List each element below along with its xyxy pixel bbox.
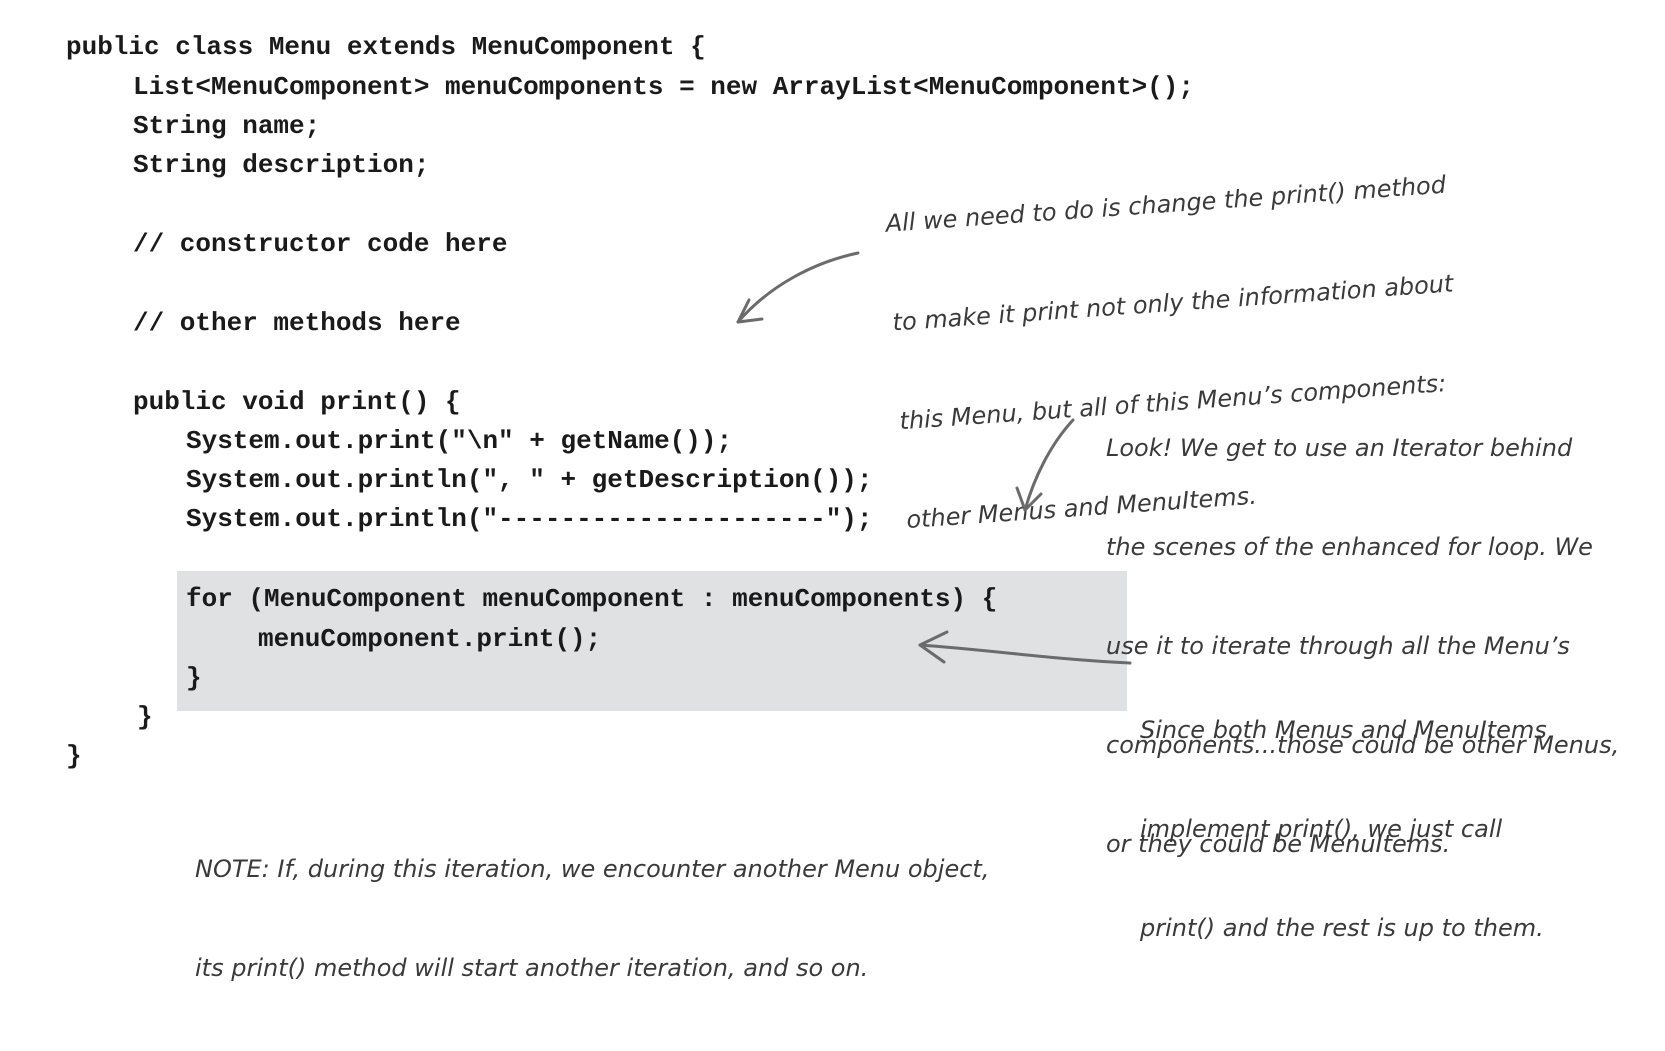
code-line-print-description: System.out.println(", " + getDescription… xyxy=(186,465,873,495)
code-line-menu-components-field: List<MenuComponent> menuComponents = new… xyxy=(133,72,1194,102)
code-line-print-separator: System.out.println("--------------------… xyxy=(186,504,873,534)
arrow-to-methods-head xyxy=(736,298,764,324)
code-line-class-decl: public class Menu extends MenuComponent … xyxy=(66,32,706,62)
annotation-line: the scenes of the enhanced for loop. We xyxy=(1106,533,1593,561)
annotation-line: Look! We get to use an Iterator behind xyxy=(1106,434,1573,462)
code-line-constructor-comment: // constructor code here xyxy=(133,229,508,259)
code-page: public class Menu extends MenuComponent … xyxy=(0,0,1665,982)
code-line-component-print: menuComponent.print(); xyxy=(258,624,602,654)
annotation-line: implement print(), we just call xyxy=(1140,815,1503,843)
arrow-to-methods xyxy=(736,251,860,324)
code-line-class-close: } xyxy=(66,741,82,771)
code-line-print-name: System.out.print("\n" + getName()); xyxy=(186,426,733,456)
annotation-line: print() and the rest is up to them. xyxy=(1140,914,1544,942)
code-line-description-field: String description; xyxy=(133,150,430,180)
code-line-method-close: } xyxy=(137,702,153,732)
code-line-for-close: } xyxy=(186,663,202,693)
code-line-methods-comment: // other methods here xyxy=(133,308,461,338)
annotation-line: All we need to do is change the print() … xyxy=(884,170,1447,238)
annotation-line: its print() method will start another it… xyxy=(195,954,869,982)
annotation-line: NOTE: If, during this iteration, we enco… xyxy=(195,855,990,883)
annotation-line: Since both Menus and MenuItems xyxy=(1140,716,1547,744)
annotation-note: NOTE: If, during this iteration, we enco… xyxy=(195,787,989,1051)
annotation-both-implement: Since both Menus and MenuItems implement… xyxy=(1140,648,1547,1011)
annotation-line: to make it print not only the informatio… xyxy=(891,269,1455,337)
code-line-name-field: String name; xyxy=(133,111,321,141)
code-line-print-signature: public void print() { xyxy=(133,387,461,417)
code-line-for-loop: for (MenuComponent menuComponent : menuC… xyxy=(186,584,998,614)
